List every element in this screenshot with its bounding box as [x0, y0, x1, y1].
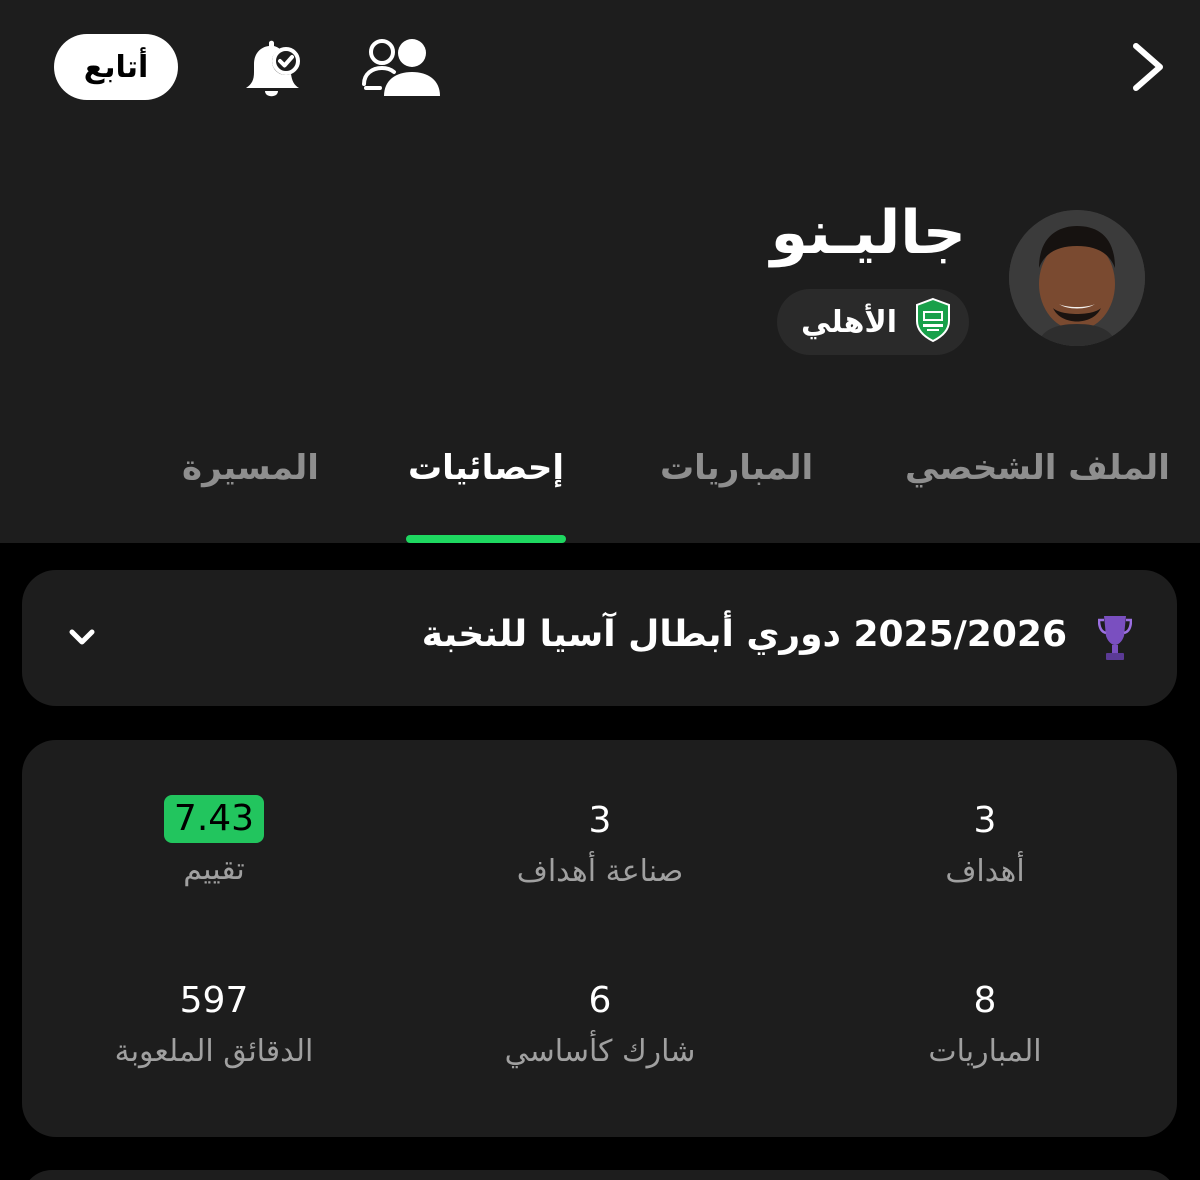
stat-starts: 6 شارك كأساسي — [420, 978, 780, 1074]
competition-title: 2025/2026 دوري أبطال آسيا للنخبة — [421, 614, 1067, 655]
stat-goals: 3 أهداف — [805, 798, 1165, 894]
stat-label: الدقائق الملعوبة — [114, 1034, 314, 1069]
club-name: الأهلي — [800, 304, 897, 340]
stat-label: صناعة أهداف — [516, 854, 684, 889]
club-chip[interactable]: الأهلي — [777, 289, 969, 355]
player-name: جاليـنو — [770, 198, 966, 268]
next-section-card — [22, 1170, 1177, 1180]
stat-matches: 8 المباريات — [805, 978, 1165, 1074]
stat-assists: 3 صناعة أهداف — [420, 798, 780, 894]
tab-career[interactable]: المسيرة — [182, 448, 319, 488]
rating-badge: 7.43 — [163, 795, 265, 843]
bell-check-icon[interactable] — [238, 34, 308, 104]
stat-value: 8 — [973, 980, 997, 1021]
stat-value: 3 — [588, 800, 612, 841]
stat-value: 3 — [973, 800, 997, 841]
stat-label: المباريات — [928, 1034, 1042, 1069]
player-avatar — [1009, 210, 1145, 346]
follow-button[interactable]: أتابع — [54, 34, 178, 100]
stat-value: 6 — [588, 980, 612, 1021]
active-tab-indicator — [406, 535, 566, 543]
stat-label: أهداف — [945, 854, 1025, 889]
stat-rating: 7.43 تقييم — [34, 795, 394, 892]
club-crest-icon — [913, 297, 953, 347]
chevron-down-icon[interactable] — [66, 626, 98, 650]
stats-card: 3 أهداف 3 صناعة أهداف 7.43 تقييم 8 المبا… — [22, 740, 1177, 1137]
chevron-right-icon[interactable] — [1128, 40, 1168, 94]
profile-header: أتابع جاليـنو الأهلي الملف الشخصي المبار… — [0, 0, 1200, 543]
stat-label: تقييم — [183, 852, 245, 887]
tab-statistics[interactable]: إحصائيات — [404, 448, 568, 488]
people-icon[interactable] — [360, 36, 444, 100]
stat-label: شارك كأساسي — [504, 1034, 696, 1069]
stat-minutes: 597 الدقائق الملعوبة — [34, 978, 394, 1074]
tab-matches[interactable]: المباريات — [660, 448, 813, 488]
stat-value: 597 — [179, 980, 249, 1021]
tab-profile[interactable]: الملف الشخصي — [905, 448, 1170, 488]
trophy-icon — [1097, 614, 1133, 662]
competition-selector[interactable]: 2025/2026 دوري أبطال آسيا للنخبة — [22, 570, 1177, 706]
